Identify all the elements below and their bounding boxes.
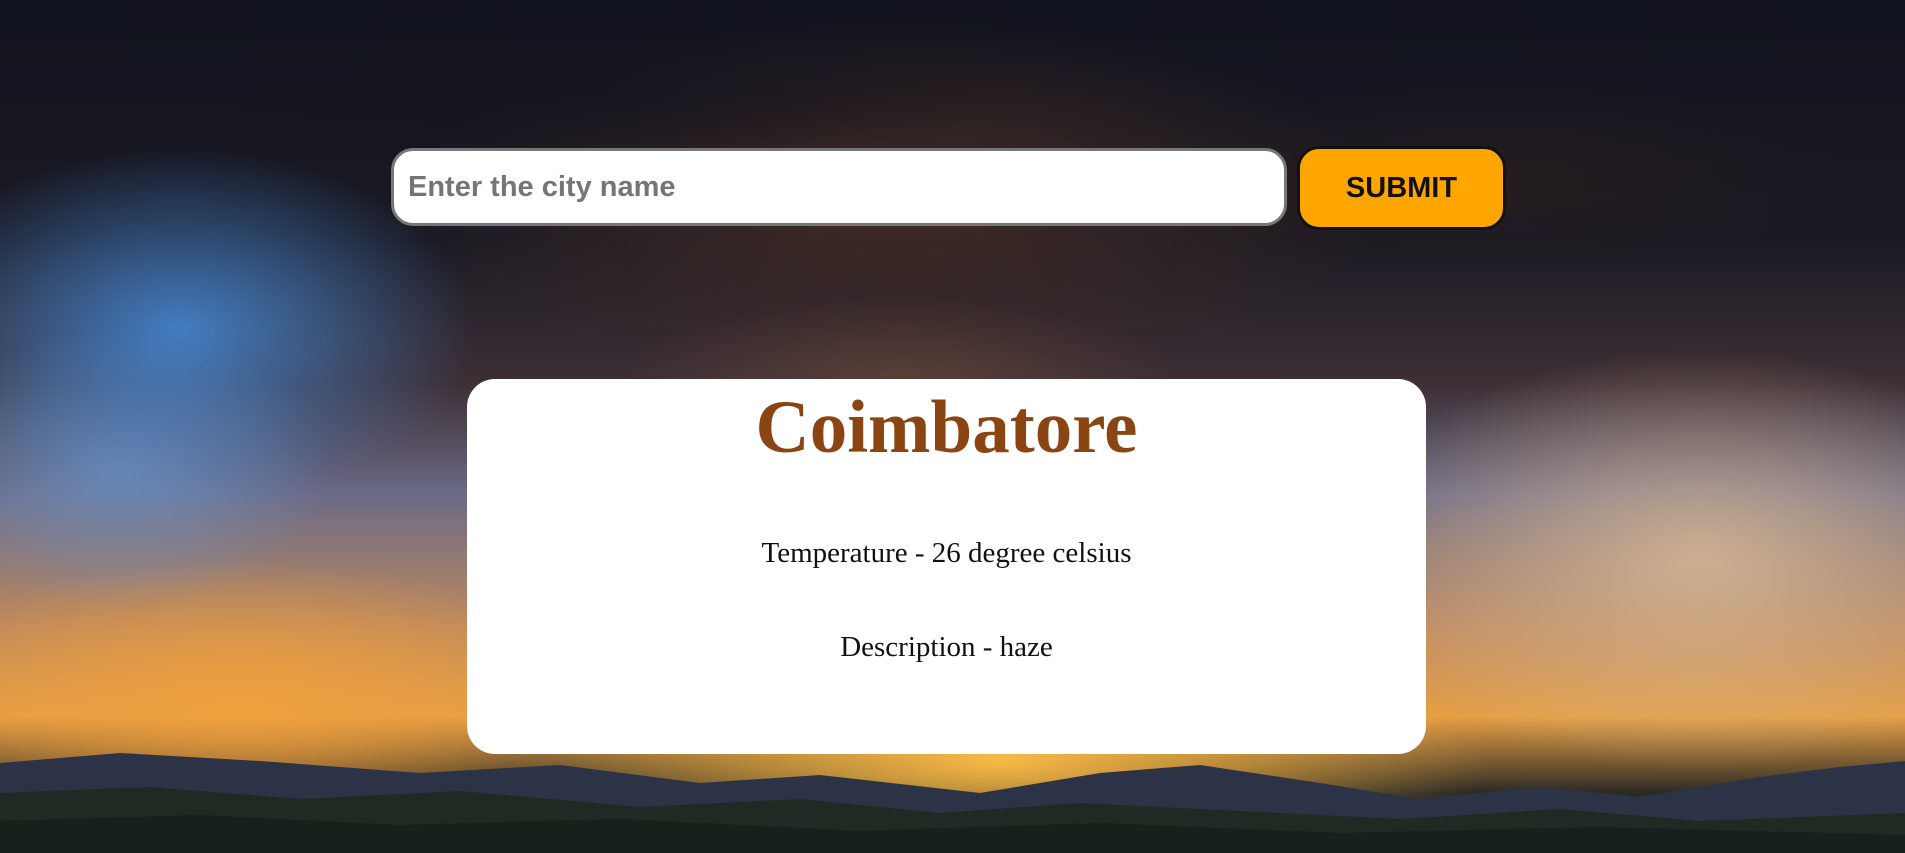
city-name-heading: Coimbatore (755, 386, 1138, 469)
background-landscape: SUBMIT Coimbatore Temperature - 26 degre… (0, 0, 1905, 853)
city-name-input[interactable] (391, 148, 1287, 226)
submit-button[interactable]: SUBMIT (1297, 146, 1506, 230)
temperature-text: Temperature - 26 degree celsius (761, 537, 1132, 569)
city-search-form: SUBMIT (391, 146, 1506, 230)
weather-result-card: Coimbatore Temperature - 26 degree celsi… (467, 379, 1426, 754)
description-text: Description - haze (840, 631, 1053, 663)
